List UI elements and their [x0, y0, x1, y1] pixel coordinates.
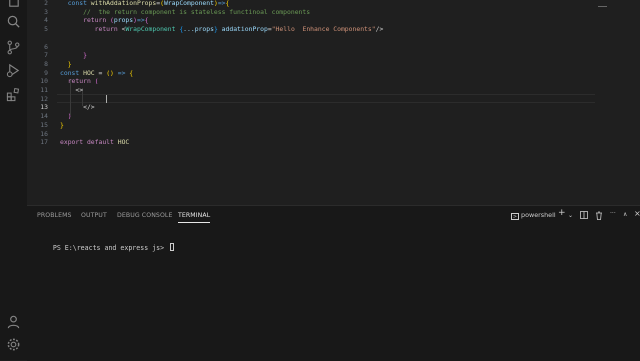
terminal-prompt: PS E:\reacts and express js>	[52, 244, 169, 252]
tab-terminal[interactable]: TERMINAL	[178, 212, 211, 223]
split-terminal-icon[interactable]	[580, 211, 588, 223]
line-number: 8	[44, 60, 48, 68]
line-number: 13	[40, 103, 48, 111]
line-number: 2	[44, 0, 48, 7]
files-icon[interactable]	[6, 0, 21, 9]
line-number: 17	[40, 138, 48, 146]
extensions-icon[interactable]	[6, 87, 21, 102]
code-line[interactable]: 15}	[27, 121, 640, 130]
maximize-panel-icon[interactable]: ∧	[623, 211, 627, 223]
terminal-icon: >	[511, 213, 519, 220]
line-number: 14	[40, 112, 48, 120]
activity-bar	[0, 0, 28, 360]
code-line[interactable]: 11 <>	[27, 86, 640, 95]
code-text: <>	[75, 86, 84, 94]
line-number: 4	[44, 16, 48, 24]
trash-icon[interactable]	[595, 211, 603, 223]
code-line[interactable]: 14 )	[27, 112, 640, 121]
chevron-down-icon[interactable]: ⌄	[568, 212, 573, 224]
code-text: </>	[83, 103, 95, 111]
code-line[interactable]: 2 const withAddationProps=(WrapComponent…	[27, 0, 640, 8]
terminal-selector[interactable]: > powershell	[511, 211, 556, 223]
code-text: )	[67, 112, 72, 120]
line-number: 10	[40, 77, 48, 85]
code-text: return <WrapComponent {...props} addatio…	[94, 25, 384, 33]
source-control-icon[interactable]	[6, 40, 21, 55]
code-line[interactable]: 17 export default HOC	[27, 138, 640, 147]
code-text: export default HOC	[60, 138, 130, 146]
code-text: }	[60, 121, 64, 129]
text-cursor	[106, 95, 107, 103]
code-line[interactable]: 5 return <WrapComponent {...props} addat…	[27, 25, 640, 34]
code-text: }	[67, 60, 72, 68]
code-text: return (	[67, 77, 99, 85]
code-line[interactable]: 8 }	[27, 60, 640, 69]
line-number: 15	[40, 121, 48, 129]
code-text: return (props)=>{	[83, 16, 149, 24]
settings-gear-icon[interactable]	[6, 337, 21, 352]
tab-problems[interactable]: PROBLEMS	[37, 212, 72, 219]
close-panel-icon[interactable]: ×	[634, 209, 640, 221]
run-debug-icon[interactable]	[6, 63, 21, 78]
code-editor[interactable]: 2 const withAddationProps=(WrapComponent…	[27, 0, 640, 205]
code-line[interactable]: 4 return (props)=>{	[27, 16, 640, 25]
code-line[interactable]: 7 }	[27, 51, 640, 60]
account-icon[interactable]	[6, 314, 21, 329]
more-actions-icon[interactable]: ···	[610, 210, 616, 222]
code-line[interactable]: 13 </>	[27, 103, 640, 112]
line-number: 5	[44, 25, 48, 33]
code-text: }	[83, 51, 87, 59]
terminal-output[interactable]: PS E:\reacts and express js>	[37, 235, 175, 260]
search-icon[interactable]	[6, 14, 21, 29]
tab-output[interactable]: OUTPUT	[81, 212, 107, 219]
code-line[interactable]: 10 return (	[27, 77, 640, 86]
terminal-name: powershell	[521, 211, 556, 219]
line-number: 11	[40, 86, 48, 94]
line-number: 7	[44, 51, 48, 59]
terminal-cursor	[170, 243, 175, 251]
code-text: const withAddationProps=(WrapComponent)=…	[67, 0, 230, 7]
new-terminal-icon[interactable]: +	[558, 208, 566, 220]
bottom-panel: PROBLEMS OUTPUT DEBUG CONSOLE TERMINAL >…	[27, 205, 640, 361]
tab-debug-console[interactable]: DEBUG CONSOLE	[117, 212, 172, 219]
